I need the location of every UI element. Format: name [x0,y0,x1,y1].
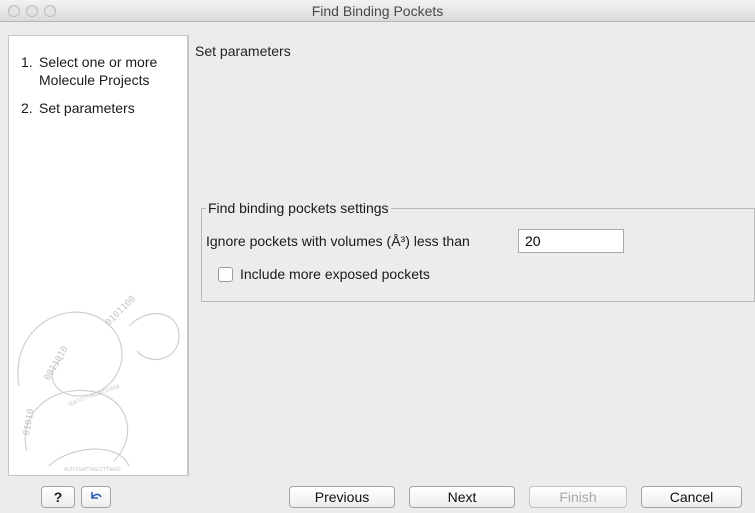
volume-threshold-input[interactable] [518,229,624,253]
step-label: Set parameters [39,100,135,116]
cancel-button[interactable]: Cancel [641,486,742,508]
clc-swirl-logo: 0101100 0011010 01010 AGTCCGATTAGCCTTAAG… [17,294,180,473]
settings-group-legend: Find binding pockets settings [206,200,391,216]
question-mark-icon: ? [53,489,63,505]
step-set-parameters[interactable]: 2. Set parameters [21,99,135,117]
svg-text:01010: 01010 [22,408,37,436]
next-button[interactable]: Next [409,486,515,508]
reset-arrow-icon [91,492,102,499]
previous-button[interactable]: Previous [289,486,395,508]
step-number: 1. [21,54,33,70]
binding-pockets-settings-group: Find binding pockets settings Ignore poc… [201,200,755,302]
help-button[interactable]: ? [41,486,75,508]
svg-text:AGTCCGATTAGCCTTAAGC: AGTCCGATTAGCCTTAAGC [64,467,121,473]
reset-button[interactable] [81,486,111,508]
step-number: 2. [21,100,33,116]
parameters-panel: Set parameters Find binding pockets sett… [188,35,755,476]
step-label: Molecule Projects [39,72,150,88]
section-title: Set parameters [195,43,291,59]
step-label: Select one or more [39,54,158,70]
include-exposed-pockets-label[interactable]: Include more exposed pockets [240,266,430,282]
wizard-steps-panel: 1. Select one or more Molecule Projects 2.… [8,35,188,476]
volume-threshold-label: Ignore pockets with volumes (Å³) less th… [206,233,470,249]
finish-button[interactable]: Finish [529,486,627,508]
include-exposed-pockets-checkbox[interactable] [218,267,233,282]
step-select-molecule-projects[interactable]: 1. Select one or more Molecule Projects [21,53,157,89]
window-title: Find Binding Pockets [311,3,444,19]
svg-text:0011010: 0011010 [43,345,71,383]
window-titlebar: Find Binding Pockets [0,0,755,22]
